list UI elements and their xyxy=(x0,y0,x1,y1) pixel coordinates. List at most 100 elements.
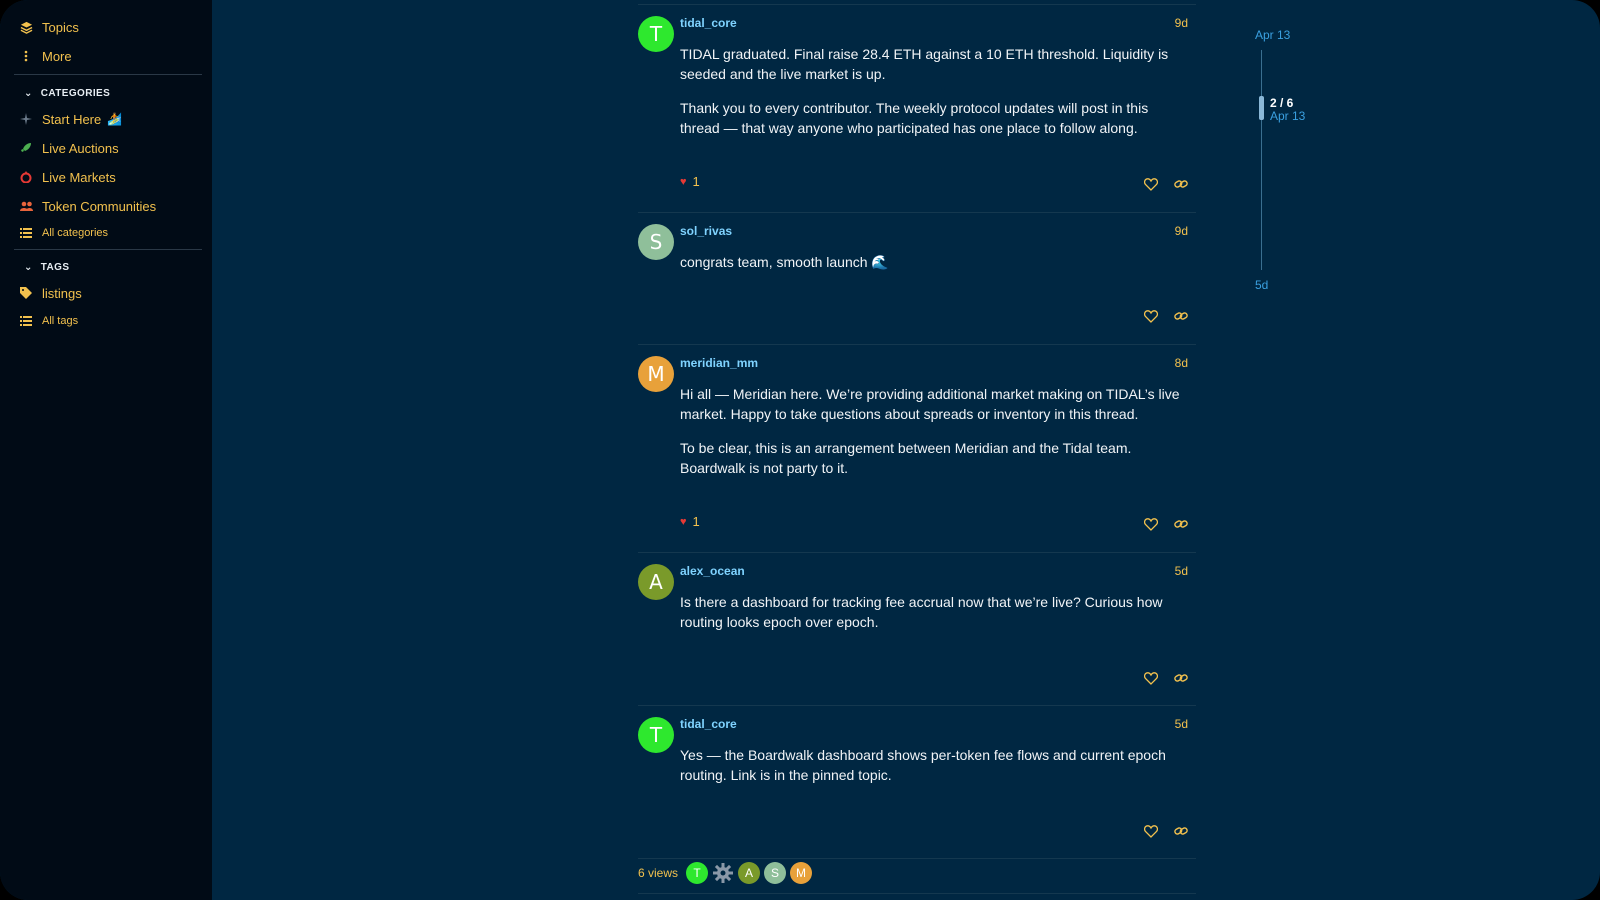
rocket-icon xyxy=(18,140,34,156)
participant-avatar[interactable]: A xyxy=(738,862,761,884)
sidebar-item-all-categories[interactable]: All categories xyxy=(18,222,108,244)
timeline-start-date[interactable]: Apr 13 xyxy=(1255,28,1290,42)
copy-link-button[interactable] xyxy=(1172,823,1190,839)
like-button[interactable] xyxy=(1142,823,1160,839)
sidebar-item-start-here[interactable]: Start Here 🏄 xyxy=(18,108,122,130)
fire-icon xyxy=(18,169,34,185)
sidebar-item-topics[interactable]: Topics xyxy=(18,16,79,38)
sidebar-item-token-communities[interactable]: Token Communities xyxy=(18,195,156,217)
post-username[interactable]: meridian_mm xyxy=(680,356,758,370)
copy-link-button[interactable] xyxy=(1172,670,1190,686)
avatar[interactable]: T xyxy=(638,16,674,52)
like-button[interactable] xyxy=(1142,308,1160,324)
like-button[interactable] xyxy=(1142,670,1160,686)
sidebar-item-all-tags[interactable]: All tags xyxy=(18,310,78,332)
link-icon xyxy=(1174,674,1188,682)
timeline-track[interactable] xyxy=(1261,50,1262,270)
heart-outline-icon xyxy=(1144,671,1158,685)
post-paragraph: Is there a dashboard for tracking fee ac… xyxy=(680,594,1163,630)
post-divider xyxy=(638,212,1196,213)
categories-section-header[interactable]: ⌄ CATEGORIES xyxy=(24,88,110,99)
users-icon xyxy=(18,198,34,214)
divider xyxy=(14,249,202,250)
list-icon xyxy=(18,225,34,241)
heart-outline-icon xyxy=(1144,517,1158,531)
sidebar-item-label: Token Communities xyxy=(42,198,157,214)
sidebar-item-more[interactable]: More xyxy=(18,45,72,67)
heart-filled-icon: ♥ xyxy=(680,515,687,528)
avatar[interactable]: S xyxy=(638,224,674,260)
link-icon xyxy=(1174,312,1188,320)
sidebar-item-label: Topics xyxy=(42,19,79,35)
post: T tidal_core 5d Yes — the Boardwalk dash… xyxy=(638,717,1196,847)
heart-outline-icon xyxy=(1144,824,1158,838)
section-title: CATEGORIES xyxy=(40,88,111,99)
timeline-scroll-handle[interactable] xyxy=(1259,96,1264,120)
post-age[interactable]: 9d xyxy=(1175,224,1188,238)
post-paragraph: TIDAL graduated. Final raise 28.4 ETH ag… xyxy=(680,46,1169,82)
avatar[interactable]: M xyxy=(638,356,674,392)
heart-outline-icon xyxy=(1144,177,1158,191)
post-paragraph: Yes — the Boardwalk dashboard shows per-… xyxy=(680,747,1166,783)
copy-link-button[interactable] xyxy=(1172,308,1190,324)
post-username[interactable]: alex_ocean xyxy=(680,564,745,578)
link-icon xyxy=(1174,180,1188,188)
post-username[interactable]: tidal_core xyxy=(680,717,737,731)
sidebar-item-label: All categories xyxy=(42,227,109,239)
post-divider xyxy=(638,552,1196,553)
divider xyxy=(14,74,202,75)
post-age[interactable]: 9d xyxy=(1175,16,1188,30)
like-button[interactable] xyxy=(1142,516,1160,532)
views-count: 6 views xyxy=(638,866,679,880)
copy-link-button[interactable] xyxy=(1172,176,1190,192)
gear-icon xyxy=(713,863,734,883)
vertical-ellipsis-icon xyxy=(18,48,34,64)
avatar[interactable]: A xyxy=(638,564,674,600)
sparkle-icon xyxy=(18,111,34,127)
sidebar: Topics More ⌄ CATEGORIES Start Here 🏄 Li… xyxy=(0,0,212,900)
avatar[interactable]: T xyxy=(638,717,674,753)
post-paragraph: Thank you to every contributor. The week… xyxy=(680,100,1149,136)
surfer-emoji: 🏄 xyxy=(107,112,123,126)
participant-avatar[interactable]: M xyxy=(790,862,813,884)
sidebar-item-label: Live Markets xyxy=(42,169,116,185)
like-button[interactable] xyxy=(1142,176,1160,192)
layers-icon xyxy=(18,19,34,35)
chevron-down-icon: ⌄ xyxy=(24,88,33,99)
post-age[interactable]: 8d xyxy=(1175,356,1188,370)
timeline-end-date[interactable]: 5d xyxy=(1255,278,1268,292)
like-count-value: 1 xyxy=(692,514,700,529)
like-count-value: 1 xyxy=(692,174,700,189)
sidebar-item-label: Start Here xyxy=(42,111,102,127)
post-divider xyxy=(638,893,1196,894)
post: S sol_rivas 9d congrats team, smooth lau… xyxy=(638,224,1196,330)
post-age[interactable]: 5d xyxy=(1175,717,1188,731)
post-divider xyxy=(638,705,1196,706)
post: M meridian_mm 8d Hi all — Meridian here.… xyxy=(638,356,1196,546)
copy-link-button[interactable] xyxy=(1172,516,1190,532)
post: A alex_ocean 5d Is there a dashboard for… xyxy=(638,564,1196,694)
like-count[interactable]: ♥ 1 xyxy=(680,174,700,189)
post-username[interactable]: tidal_core xyxy=(680,16,737,30)
sidebar-item-live-markets[interactable]: Live Markets xyxy=(18,166,116,188)
participant-avatar[interactable] xyxy=(712,862,734,884)
sidebar-item-label: Live Auctions xyxy=(42,140,119,156)
participant-avatar[interactable]: S xyxy=(764,862,787,884)
post-paragraph: To be clear, this is an arrangement betw… xyxy=(680,440,1132,476)
heart-filled-icon: ♥ xyxy=(680,175,687,188)
sidebar-item-label: More xyxy=(42,48,72,64)
link-icon xyxy=(1174,520,1188,528)
sidebar-item-label: listings xyxy=(42,285,82,301)
like-count[interactable]: ♥ 1 xyxy=(680,514,700,529)
sidebar-item-live-auctions[interactable]: Live Auctions xyxy=(18,137,119,159)
sidebar-item-tag-listings[interactable]: listings xyxy=(18,282,82,304)
sidebar-item-label: All tags xyxy=(42,315,79,327)
post-age[interactable]: 5d xyxy=(1175,564,1188,578)
timeline-position-date: Apr 13 xyxy=(1270,109,1306,123)
tags-section-header[interactable]: ⌄ TAGS xyxy=(24,262,69,273)
post-divider xyxy=(638,4,1196,5)
post-username[interactable]: sol_rivas xyxy=(680,224,732,238)
post-paragraph: Hi all — Meridian here. We’re providing … xyxy=(680,386,1180,422)
participant-avatar[interactable]: T xyxy=(686,862,709,884)
link-icon xyxy=(1174,827,1188,835)
